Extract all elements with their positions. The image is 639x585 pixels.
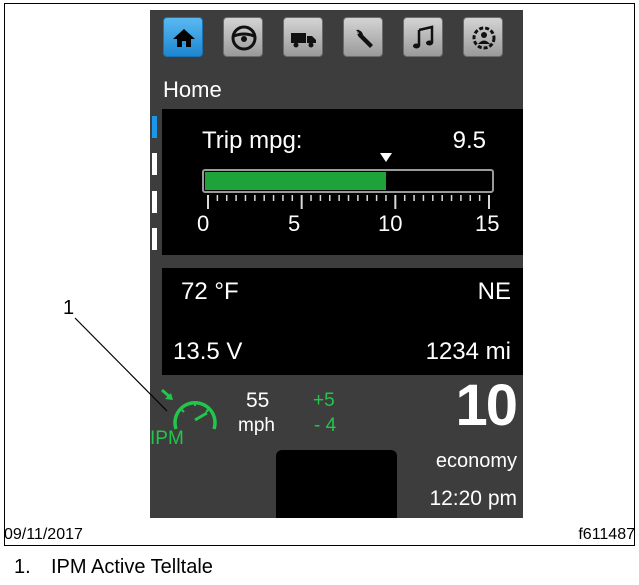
scale-label-10: 10 <box>378 211 403 236</box>
set-speed: 55 <box>246 389 270 412</box>
page-dot <box>152 191 157 213</box>
tab-home[interactable] <box>163 17 203 57</box>
truck-icon <box>291 33 316 48</box>
figure-caption: 1. IPM Active Telltale <box>14 556 213 579</box>
trip-mpg-panel: Trip mpg: 9.5 0 5 10 15 <box>162 109 523 255</box>
caption-text: IPM Active Telltale <box>51 556 213 578</box>
tab-settings[interactable] <box>463 17 503 57</box>
tab-truck[interactable] <box>283 17 323 57</box>
vehicle-info-panel: 72 °F NE 13.5 V 1234 mi <box>162 268 523 375</box>
scale-label-5: 5 <box>288 211 301 236</box>
scale-label-15: 15 <box>475 211 500 236</box>
tab-steering[interactable] <box>223 17 263 57</box>
steering-wheel-icon <box>231 25 257 51</box>
compass-heading: NE <box>477 278 511 305</box>
page-dot <box>152 153 157 175</box>
settings-icon <box>472 26 496 50</box>
battery-voltage: 13.5 V <box>173 338 243 365</box>
home-icon <box>173 29 195 47</box>
outside-temperature: 72 °F <box>181 278 239 305</box>
economy-value: 10 <box>455 373 517 438</box>
music-note-icon <box>413 25 434 49</box>
ipm-label: IPM <box>150 428 184 449</box>
instrument-display: Home Trip mpg: 9.5 0 5 10 15 72 °F NE 13… <box>150 10 523 518</box>
page-dot <box>152 228 157 250</box>
blank-display-area <box>276 450 397 518</box>
clock: 12:20 pm <box>429 487 517 510</box>
economy-label: economy <box>435 450 517 472</box>
tab-tools[interactable] <box>343 17 383 57</box>
lower-offset: - 4 <box>314 415 337 436</box>
callout-number: 1 <box>63 297 75 319</box>
speed-unit: mph <box>238 415 275 436</box>
figure-date: 09/11/2017 <box>4 526 83 543</box>
page-dot <box>152 116 157 138</box>
mpg-scale-ticks <box>207 195 490 209</box>
screen-title: Home <box>163 77 222 102</box>
wrench-icon <box>356 29 373 48</box>
figure-id: f611487 <box>578 526 635 543</box>
caption-number: 1. <box>14 556 31 578</box>
upper-offset: +5 <box>313 390 335 411</box>
scale-label-0: 0 <box>197 211 210 236</box>
odometer: 1234 mi <box>425 338 511 365</box>
tab-music[interactable] <box>403 17 443 57</box>
